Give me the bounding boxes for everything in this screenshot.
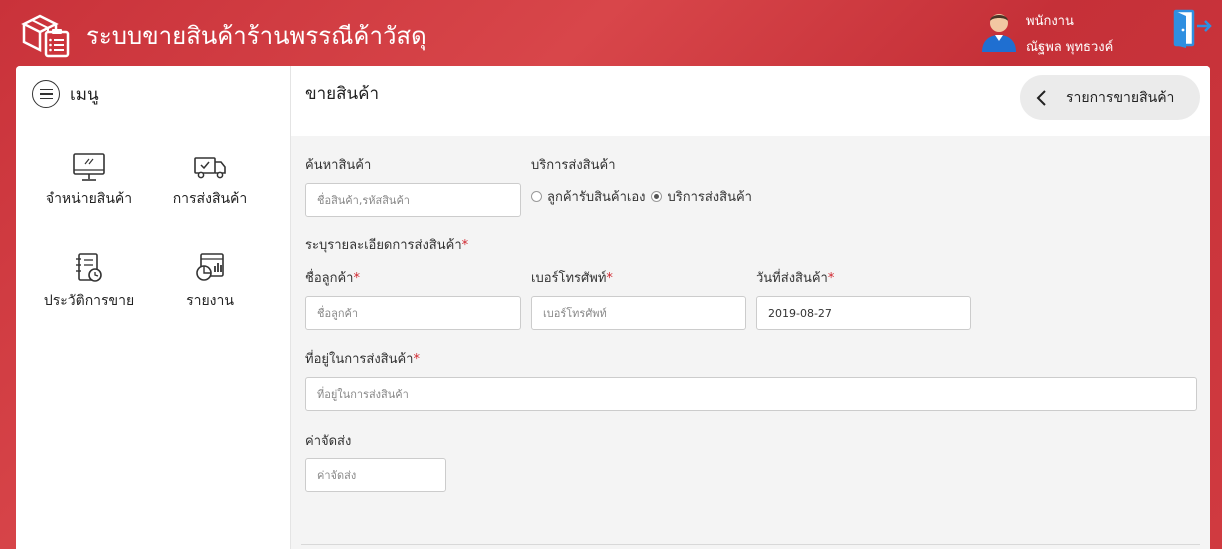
required-mark: * (827, 271, 835, 286)
phone-input[interactable] (531, 296, 746, 330)
page-title: ขายสินค้า (305, 84, 380, 104)
menu-label: เมนู (70, 84, 99, 105)
sidebar: เมนู จำหน่ายสินค้า การส่งสินค้า ประวัติก… (16, 66, 291, 549)
store-logo-icon (21, 14, 70, 58)
sales-list-button[interactable]: รายการขายสินค้า (1020, 75, 1200, 120)
radio-pickup-label[interactable]: ลูกค้ารับสินค้าเอง (547, 186, 645, 207)
sidebar-item-report[interactable]: รายงาน (162, 252, 258, 312)
sidebar-item-label: รายงาน (186, 293, 234, 309)
shipping-fee-input[interactable] (305, 458, 446, 492)
hamburger-menu-icon (32, 80, 60, 108)
report-icon (196, 253, 224, 281)
menu-toggle[interactable]: เมนู (32, 80, 99, 108)
customer-name-text: ชื่อลูกค้า (305, 271, 354, 286)
sales-history-icon (76, 253, 102, 282)
sidebar-item-label: ประวัติการขาย (43, 293, 135, 309)
delivery-truck-icon (194, 157, 226, 179)
radio-delivery-label[interactable]: บริการส่งสินค้า (667, 186, 752, 207)
delivery-details-text: ระบุรายละเอียดการส่งสินค้า (305, 238, 462, 253)
logout-icon[interactable] (1172, 8, 1212, 48)
content-panel: เมนู จำหน่ายสินค้า การส่งสินค้า ประวัติก… (16, 66, 1210, 549)
main-area: ขายสินค้า รายการขายสินค้า ค้นหาสินค้า บร… (291, 66, 1210, 549)
required-mark: * (606, 271, 613, 286)
address-text: ที่อยู่ในการส่งสินค้า (305, 352, 414, 367)
sidebar-item-label: การส่งสินค้า (172, 191, 248, 207)
delivery-date-text: วันที่ส่งสินค้า (756, 271, 828, 286)
search-input[interactable] (305, 183, 521, 217)
user-role: พนักงาน (1026, 14, 1074, 29)
sidebar-item-label: จำหน่ายสินค้า (45, 191, 133, 207)
address-input[interactable] (305, 377, 1197, 411)
radio-pickup[interactable] (531, 191, 542, 202)
top-bar: ระบบขายสินค้าร้านพรรณีค้าวัสดุ พนักงาน ณ… (0, 0, 1222, 66)
required-mark: * (461, 238, 469, 253)
sidebar-item-delivery[interactable]: การส่งสินค้า (155, 152, 265, 210)
user-avatar-icon (982, 14, 1016, 52)
divider (301, 544, 1200, 545)
required-mark: * (353, 271, 360, 286)
delivery-service-options: ลูกค้ารับสินค้าเอง บริการส่งสินค้า (531, 186, 758, 207)
search-label: ค้นหาสินค้า (305, 158, 372, 173)
customer-name-input[interactable] (305, 296, 521, 330)
phone-text: เบอร์โทรศัพท์ (531, 271, 607, 286)
user-name: ณัฐพล พุทธวงค์ (1026, 40, 1114, 55)
monitor-icon (73, 153, 105, 181)
delivery-date-label: วันที่ส่งสินค้า* (756, 267, 834, 288)
delivery-date-input[interactable] (756, 296, 971, 330)
sidebar-item-sell[interactable]: จำหน่ายสินค้า (34, 152, 144, 210)
customer-name-label: ชื่อลูกค้า* (305, 267, 360, 288)
sidebar-item-sales-history[interactable]: ประวัติการขาย (34, 252, 144, 312)
app-title: ระบบขายสินค้าร้านพรรณีค้าวัสดุ (86, 22, 427, 50)
phone-label: เบอร์โทรศัพท์* (531, 267, 613, 288)
main-header: ขายสินค้า รายการขายสินค้า (291, 66, 1210, 136)
sales-list-button-label: รายการขายสินค้า (1066, 89, 1175, 106)
delivery-details-label: ระบุรายละเอียดการส่งสินค้า* (305, 234, 468, 255)
required-mark: * (413, 352, 420, 367)
shipping-fee-label: ค่าจัดส่ง (305, 434, 352, 449)
delivery-service-label: บริการส่งสินค้า (531, 158, 616, 173)
chevron-left-icon (1036, 89, 1046, 106)
radio-delivery[interactable] (651, 191, 663, 202)
address-label: ที่อยู่ในการส่งสินค้า* (305, 348, 420, 369)
